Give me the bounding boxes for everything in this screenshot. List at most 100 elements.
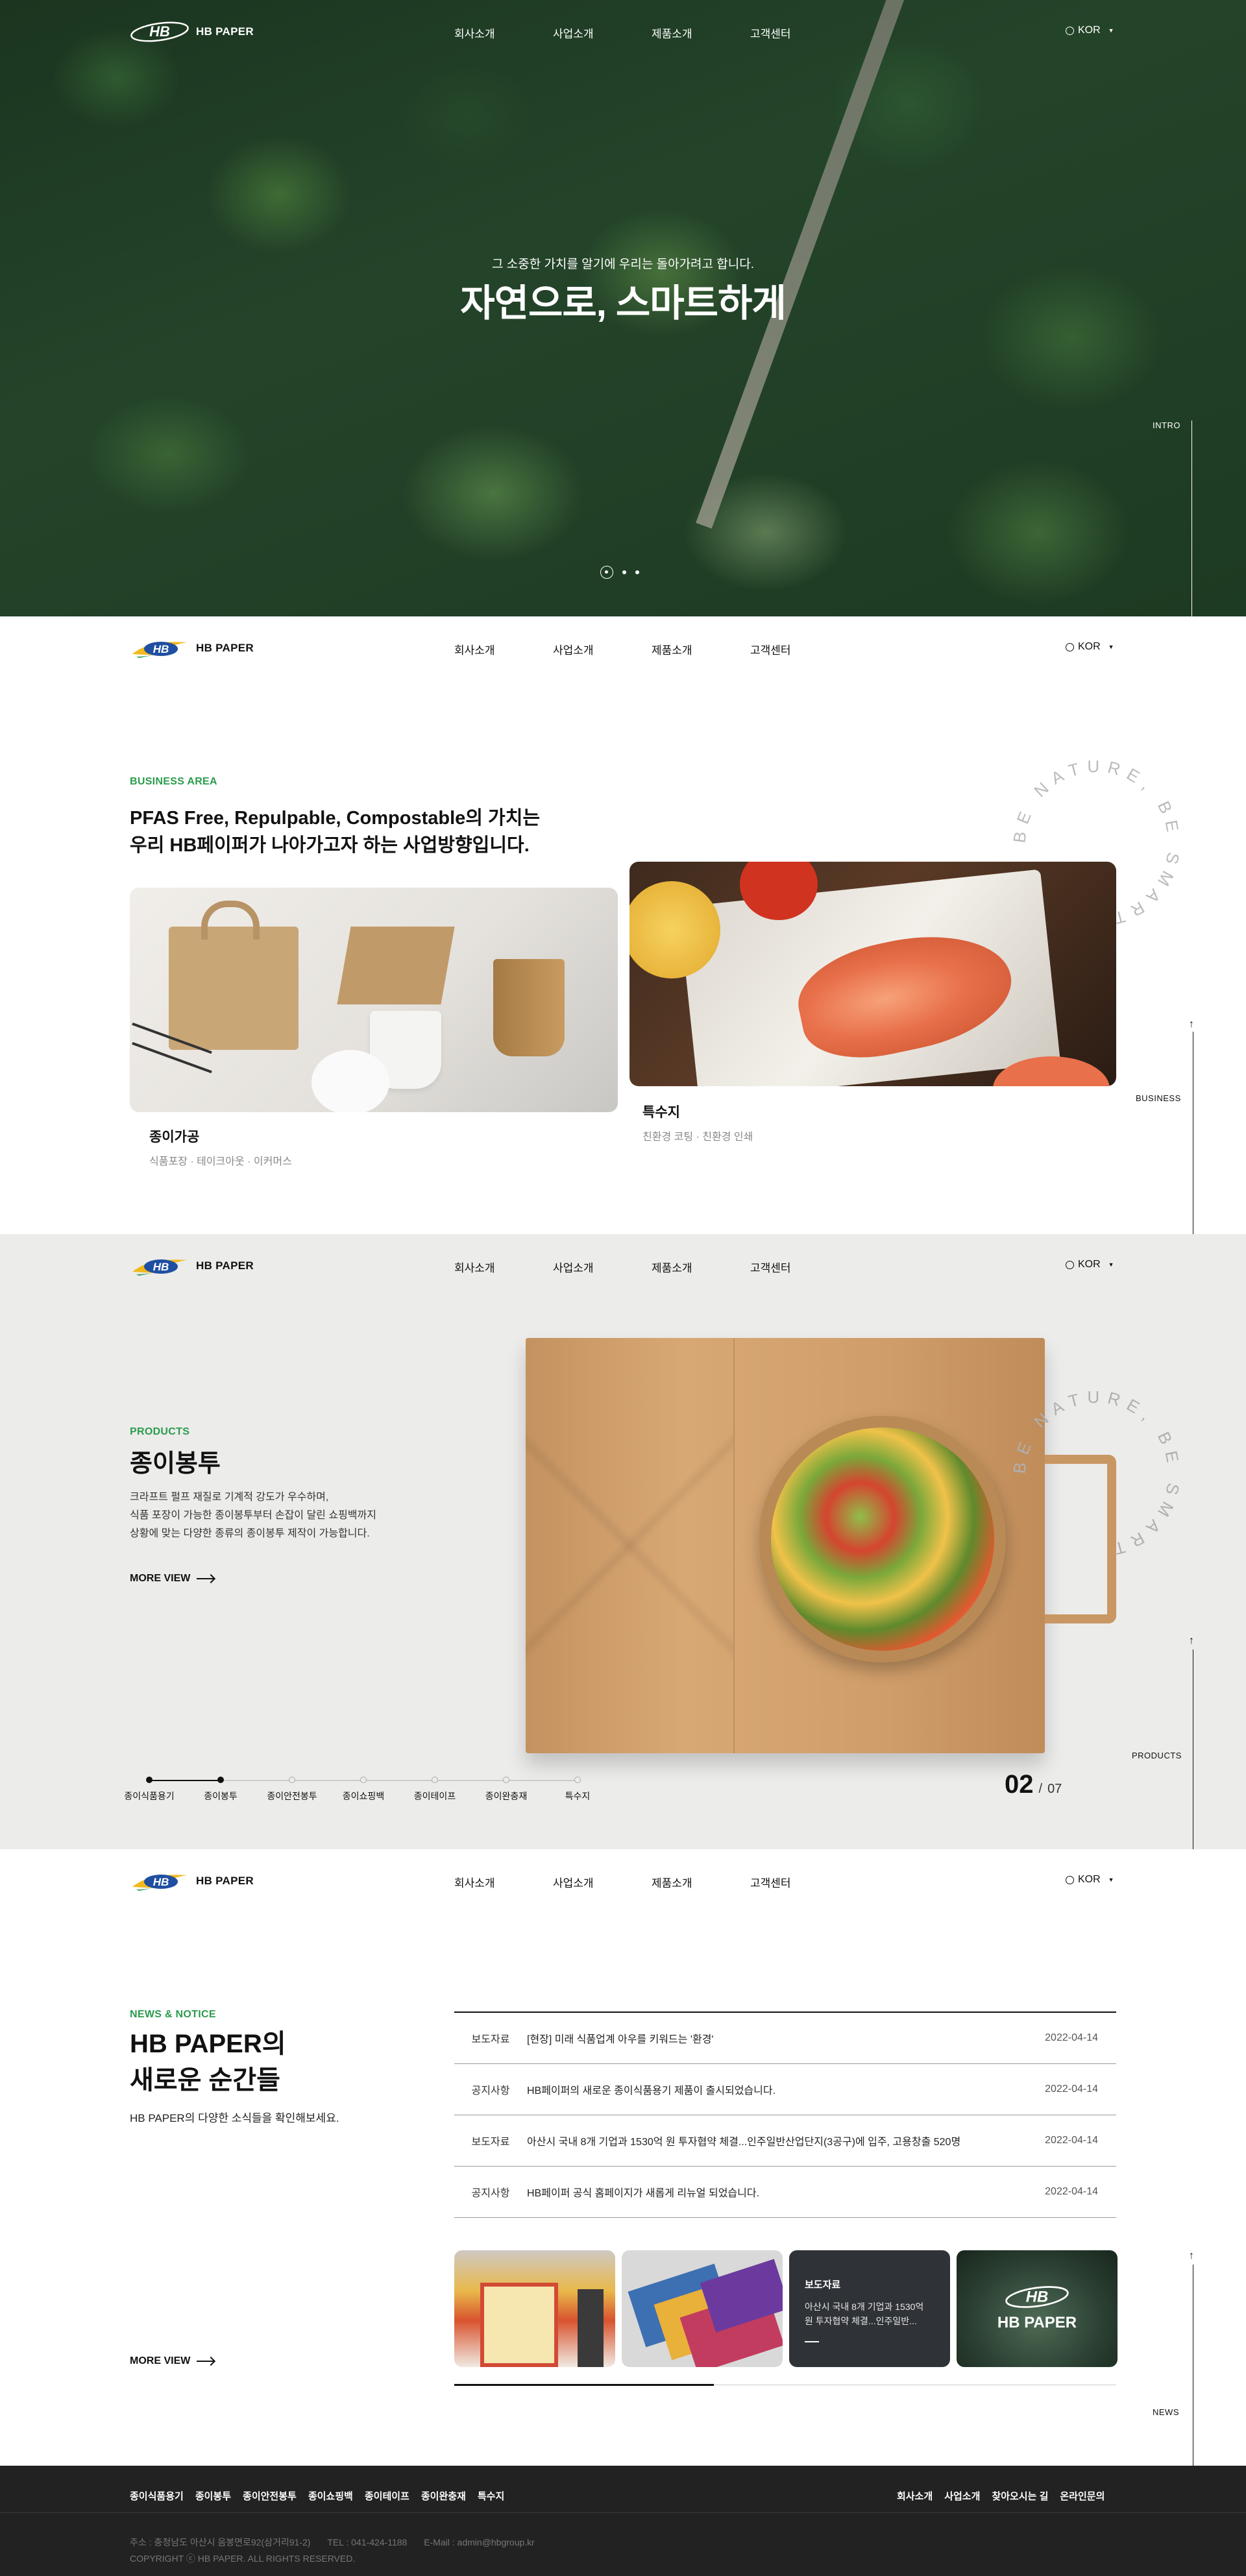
paper-bag-image <box>526 1338 1116 1766</box>
footer-link-directions[interactable]: 찾아오시는 길 <box>992 2489 1048 2503</box>
footer-link-company[interactable]: 회사소개 <box>897 2489 933 2503</box>
news-headline[interactable]: [현장] 미래 식품업계 아우를 키워드는 '환경' <box>527 2030 1025 2046</box>
nav-products[interactable]: 제품소개 <box>652 25 750 41</box>
timeline-label: 종이완충재 <box>485 1791 528 1801</box>
news-headline[interactable]: HB페이퍼의 새로운 종이식품용기 제품이 출시되었습니다. <box>527 2082 1025 2097</box>
thumbnail-category: 보도자료 <box>805 2279 841 2290</box>
nav-products[interactable]: 제품소개 <box>652 641 750 657</box>
language-selector[interactable]: KOR ▼ <box>1066 1874 1114 1886</box>
slide-dot-2[interactable] <box>622 570 626 574</box>
nav-products[interactable]: 제품소개 <box>652 1874 750 1890</box>
footer: 종이식품용기 종이봉투 종이안전봉투 종이쇼핑백 종이테이프 종이완충재 특수지… <box>0 2466 1246 2576</box>
products-desc-line1: 크라프트 펄프 재질로 기계적 강도가 우수하며, <box>130 1492 329 1503</box>
thumbnail-text-line2: 원 투자협약 체결...인주일반... <box>805 2316 917 2327</box>
timeline-item-cushioning[interactable]: 종이완충재 <box>467 1776 545 1803</box>
svg-text:HB: HB <box>153 1261 169 1273</box>
news-thumbnail-3[interactable]: 보도자료 아산시 국내 8개 기업과 1530억 원 투자협약 체결...인주일… <box>789 2250 950 2367</box>
news-row[interactable]: 공지사항 HB페이퍼 공식 홈페이지가 새롭게 리뉴얼 되었습니다. 2022-… <box>454 2167 1116 2218</box>
news-headline[interactable]: HB페이퍼 공식 홈페이지가 새롭게 리뉴얼 되었습니다. <box>527 2184 1025 2200</box>
news-thumbnail-2[interactable] <box>622 2250 783 2367</box>
arrow-right-icon <box>197 1578 214 1579</box>
thumbnail-text-line1: 아산시 국내 8개 기업과 1530억 <box>805 2302 924 2312</box>
arrow-up-icon[interactable]: ↑ <box>1189 2250 1194 2262</box>
logo[interactable]: HB HB PAPER <box>130 1255 254 1277</box>
slide-counter-separator: / <box>1038 1782 1043 1796</box>
slide-counter-current: 02 <box>1005 1770 1034 1799</box>
nav-business[interactable]: 사업소개 <box>553 25 652 41</box>
card-paper-processing-image[interactable] <box>130 888 618 1112</box>
news-more-view-button[interactable]: MORE VIEW <box>130 2355 214 2367</box>
footer-link-special-paper[interactable]: 특수지 <box>478 2489 504 2503</box>
news-list: 보도자료 [현장] 미래 식품업계 아우를 키워드는 '환경' 2022-04-… <box>454 2011 1116 2218</box>
products-more-view-button[interactable]: MORE VIEW <box>130 1573 214 1585</box>
arrow-up-icon[interactable]: ↑ <box>1189 1019 1194 1030</box>
timeline-item-paper-tape[interactable]: 종이테이프 <box>396 1776 474 1803</box>
news-header: HB HB PAPER 회사소개 사업소개 제품소개 고객센터 KOR ▼ <box>0 1849 1246 1914</box>
news-headline[interactable]: 아산시 국내 8개 기업과 1530억 원 투자협약 체결...인주일반산업단지… <box>527 2133 1025 2148</box>
language-selector[interactable]: KOR ▼ <box>1066 1259 1114 1270</box>
nav-products[interactable]: 제품소개 <box>652 1259 750 1275</box>
card-special-paper-name[interactable]: 특수지 <box>642 1102 680 1121</box>
main-nav: 회사소개 사업소개 제품소개 고객센터 <box>454 25 849 41</box>
thumbnail-text: 아산시 국내 8개 기업과 1530억 원 투자협약 체결...인주일반... <box>805 2300 923 2329</box>
logo[interactable]: HB HB PAPER <box>130 637 254 659</box>
footer-site-links: 회사소개 사업소개 찾아오시는 길 온라인문의 <box>897 2489 1105 2503</box>
news-category: 공지사항 <box>471 2085 510 2096</box>
arrow-up-icon[interactable]: ↑ <box>1189 1635 1194 1647</box>
nav-support[interactable]: 고객센터 <box>750 25 849 41</box>
language-label: KOR <box>1078 1259 1101 1270</box>
footer-link-cushioning[interactable]: 종이완충재 <box>421 2489 466 2503</box>
nav-company[interactable]: 회사소개 <box>454 641 553 657</box>
nav-support[interactable]: 고객센터 <box>750 1874 849 1890</box>
news-row[interactable]: 공지사항 HB페이퍼의 새로운 종이식품용기 제품이 출시되었습니다. 2022… <box>454 2064 1116 2115</box>
news-title: HB PAPER의 새로운 순간들 <box>130 2026 286 2098</box>
news-row[interactable]: 보도자료 아산시 국내 8개 기업과 1530억 원 투자협약 체결...인주일… <box>454 2115 1116 2167</box>
footer-link-paper-tape[interactable]: 종이테이프 <box>365 2489 409 2503</box>
svg-text:HB: HB <box>1026 2289 1049 2306</box>
slide-dot-1[interactable] <box>600 566 613 579</box>
language-selector[interactable]: KOR ▼ <box>1066 25 1114 36</box>
business-title-line1: PFAS Free, Repulpable, Compostable의 가치는 <box>130 808 541 829</box>
footer-link-safety-envelope[interactable]: 종이안전봉투 <box>243 2489 297 2503</box>
timeline-item-paper-bag[interactable]: 종이봉투 <box>182 1776 260 1803</box>
news-thumbnail-1[interactable] <box>454 2250 615 2367</box>
hb-logo-icon: HB <box>130 21 189 42</box>
footer-link-business[interactable]: 사업소개 <box>944 2489 980 2503</box>
footer-link-food-container[interactable]: 종이식품용기 <box>130 2489 184 2503</box>
news-row[interactable]: 보도자료 [현장] 미래 식품업계 아우를 키워드는 '환경' 2022-04-… <box>454 2013 1116 2064</box>
more-view-label: MORE VIEW <box>130 1573 191 1584</box>
nav-support[interactable]: 고객센터 <box>750 1259 849 1275</box>
timeline-item-shopping-bag[interactable]: 종이쇼핑백 <box>324 1776 402 1803</box>
slide-dot-3[interactable] <box>635 570 639 574</box>
nav-support[interactable]: 고객센터 <box>750 641 849 657</box>
footer-email: E-Mail : admin@hbgroup.kr <box>424 2537 535 2547</box>
timeline-label: 종이안전봉투 <box>267 1791 317 1801</box>
footer-tel: TEL : 041-424-1188 <box>327 2537 408 2547</box>
logo[interactable]: HB HB PAPER <box>130 1870 254 1892</box>
nav-business[interactable]: 사업소개 <box>553 641 652 657</box>
svg-text:HB: HB <box>149 23 170 40</box>
footer-link-inquiry[interactable]: 온라인문의 <box>1060 2489 1105 2503</box>
nav-company[interactable]: 회사소개 <box>454 1259 553 1275</box>
timeline-item-food-container[interactable]: 종이식품용기 <box>110 1776 188 1803</box>
language-selector[interactable]: KOR ▼ <box>1066 641 1114 653</box>
timeline-item-special-paper[interactable]: 특수지 <box>539 1776 617 1803</box>
timeline-item-safety-envelope[interactable]: 종이안전봉투 <box>253 1776 331 1803</box>
logo[interactable]: HB HB PAPER <box>130 21 254 43</box>
nav-business[interactable]: 사업소개 <box>553 1259 652 1275</box>
nav-company[interactable]: 회사소개 <box>454 1874 553 1890</box>
nav-company[interactable]: 회사소개 <box>454 25 553 41</box>
news-thumbnail-4[interactable]: HB HB PAPER <box>957 2250 1118 2367</box>
news-eyebrow: NEWS & NOTICE <box>130 2009 216 2020</box>
hb-logo-icon: HB <box>132 1875 187 1891</box>
footer-divider <box>0 2512 1246 2513</box>
footer-link-paper-bag[interactable]: 종이봉투 <box>195 2489 231 2503</box>
footer-link-shopping-bag[interactable]: 종이쇼핑백 <box>308 2489 353 2503</box>
thumbnail-scrollbar-thumb[interactable] <box>454 2384 714 2386</box>
globe-icon <box>1066 642 1074 651</box>
side-label-news: NEWS <box>1153 2407 1179 2417</box>
card-special-paper-image[interactable] <box>629 862 1116 1086</box>
card-paper-processing-name[interactable]: 종이가공 <box>149 1126 199 1146</box>
timeline-label: 특수지 <box>565 1791 591 1801</box>
nav-business[interactable]: 사업소개 <box>553 1874 652 1890</box>
